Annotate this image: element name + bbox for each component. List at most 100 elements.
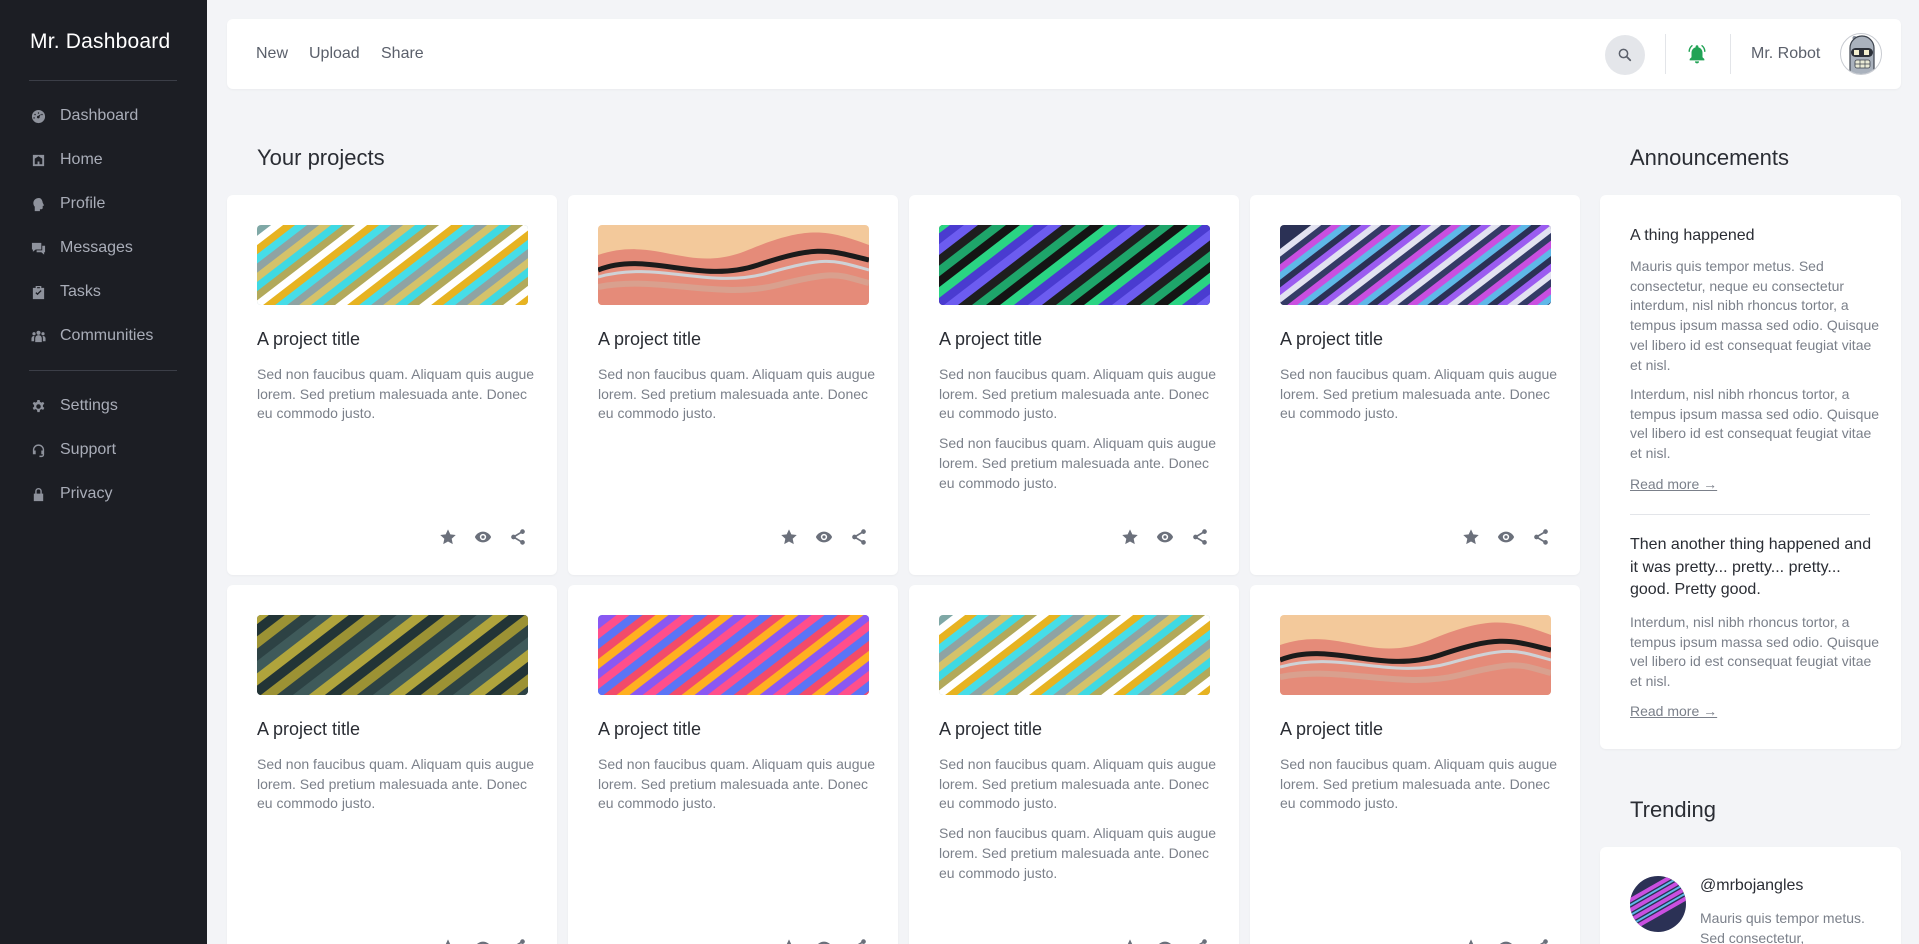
announcement-title: Then another thing happened and it was p… <box>1630 536 1872 599</box>
share-icon[interactable] <box>1532 528 1550 546</box>
headset-icon <box>30 442 46 458</box>
sidebar-item-label: Settings <box>60 397 118 414</box>
project-actions <box>1121 938 1209 944</box>
sidebar-item-label: Home <box>60 151 103 168</box>
project-card[interactable]: A project title Sed non faucibus quam. Al… <box>227 195 557 575</box>
trending-avatar[interactable] <box>1630 876 1686 932</box>
sidebar-item-profile[interactable]: Profile <box>30 191 105 217</box>
project-card[interactable]: A project title Sed non faucibus quam. Al… <box>909 585 1239 944</box>
read-more-link[interactable]: Read more → <box>1630 703 1717 719</box>
project-description-paragraph: Sed non faucibus quam. Aliquam quis augu… <box>1280 366 1558 422</box>
star-icon[interactable] <box>439 938 457 944</box>
star-icon[interactable] <box>1462 528 1480 546</box>
trending-handle[interactable]: @mrbojangles <box>1700 877 1803 895</box>
sidebar-item-support[interactable]: Support <box>30 437 116 463</box>
read-more-link[interactable]: Read more → <box>1630 476 1717 492</box>
project-thumbnail[interactable] <box>1280 615 1551 695</box>
eye-icon[interactable] <box>1156 528 1174 546</box>
star-icon[interactable] <box>439 528 457 546</box>
project-card[interactable]: A project title Sed non faucibus quam. Al… <box>909 195 1239 575</box>
project-title[interactable]: A project title <box>1280 329 1383 350</box>
sidebar-item-communities[interactable]: Communities <box>30 323 153 349</box>
trending-heading: Trending <box>1630 797 1717 822</box>
star-icon[interactable] <box>1462 938 1480 944</box>
sidebar: Mr. Dashboard Dashboard Home Profile Mes… <box>0 0 207 944</box>
project-title[interactable]: A project title <box>939 719 1042 740</box>
project-card[interactable]: A project title Sed non faucibus quam. Al… <box>1250 195 1580 575</box>
communities-icon <box>30 328 46 344</box>
project-title[interactable]: A project title <box>598 329 701 350</box>
project-thumbnail[interactable] <box>598 615 869 695</box>
share-icon[interactable] <box>509 938 527 944</box>
project-description-paragraph: Sed non faucibus quam. Aliquam quis augu… <box>1280 756 1558 812</box>
project-thumbnail[interactable] <box>939 615 1210 695</box>
sidebar-item-label: Dashboard <box>60 107 139 124</box>
sidebar-item-settings[interactable]: Settings <box>30 393 118 419</box>
sidebar-item-label: Support <box>60 441 117 458</box>
project-card[interactable]: A project title Sed non faucibus quam. Al… <box>568 585 898 944</box>
share-icon[interactable] <box>509 528 527 546</box>
eye-icon[interactable] <box>1497 938 1515 944</box>
project-title[interactable]: A project title <box>939 329 1042 350</box>
tasks-icon <box>30 284 46 300</box>
project-thumbnail[interactable] <box>939 225 1210 305</box>
upload-link[interactable]: Upload <box>309 45 360 63</box>
sidebar-item-messages[interactable]: Messages <box>30 235 133 261</box>
eye-icon[interactable] <box>1497 528 1515 546</box>
user-name[interactable]: Mr. Robot <box>1751 45 1820 63</box>
dashboard-icon <box>30 108 46 124</box>
sidebar-item-tasks[interactable]: Tasks <box>30 279 101 305</box>
messages-icon <box>30 240 46 256</box>
project-description: Sed non faucibus quam. Aliquam quis augu… <box>939 755 1219 883</box>
sidebar-item-home[interactable]: Home <box>30 147 103 173</box>
share-icon[interactable] <box>850 528 868 546</box>
eye-icon[interactable] <box>1156 938 1174 944</box>
project-title[interactable]: A project title <box>1280 719 1383 740</box>
project-description-paragraph: Sed non faucibus quam. Aliquam quis augu… <box>598 366 876 422</box>
star-icon[interactable] <box>1121 528 1139 546</box>
sidebar-item-label: Communities <box>60 327 154 344</box>
announcements-heading: Announcements <box>1630 145 1789 170</box>
project-thumbnail[interactable] <box>257 615 528 695</box>
project-actions <box>439 528 527 546</box>
project-thumbnail[interactable] <box>1280 225 1551 305</box>
project-title[interactable]: A project title <box>257 329 360 350</box>
user-avatar[interactable] <box>1840 33 1882 75</box>
share-icon[interactable] <box>1191 938 1209 944</box>
star-icon[interactable] <box>780 528 798 546</box>
star-icon[interactable] <box>1121 938 1139 944</box>
project-description: Sed non faucibus quam. Aliquam quis augu… <box>257 755 537 814</box>
eye-icon[interactable] <box>815 938 833 944</box>
share-icon[interactable] <box>1532 938 1550 944</box>
project-title[interactable]: A project title <box>257 719 360 740</box>
robot-avatar-icon <box>1849 35 1875 74</box>
project-thumbnail[interactable] <box>598 225 869 305</box>
search-icon <box>1618 48 1632 62</box>
sidebar-item-dashboard[interactable]: Dashboard <box>30 103 138 129</box>
profile-icon <box>30 196 46 212</box>
notification-bell-icon[interactable] <box>1686 43 1708 65</box>
project-thumbnail[interactable] <box>257 225 528 305</box>
project-card[interactable]: A project title Sed non faucibus quam. Al… <box>1250 585 1580 944</box>
project-card[interactable]: A project title Sed non faucibus quam. Al… <box>227 585 557 944</box>
project-description: Sed non faucibus quam. Aliquam quis augu… <box>257 365 537 424</box>
eye-icon[interactable] <box>815 528 833 546</box>
star-icon[interactable] <box>780 938 798 944</box>
announcement-divider <box>1630 514 1870 515</box>
top-bar: New Upload Share Mr. Robot <box>227 19 1901 89</box>
eye-icon[interactable] <box>474 528 492 546</box>
project-card[interactable]: A project title Sed non faucibus quam. Al… <box>568 195 898 575</box>
new-link[interactable]: New <box>256 45 288 63</box>
share-icon[interactable] <box>850 938 868 944</box>
search-button[interactable] <box>1605 35 1645 75</box>
project-title[interactable]: A project title <box>598 719 701 740</box>
project-description: Sed non faucibus quam. Aliquam quis augu… <box>1280 365 1560 424</box>
sidebar-divider <box>29 370 177 371</box>
share-icon[interactable] <box>1191 528 1209 546</box>
project-actions <box>1462 938 1550 944</box>
announcement-text: Mauris quis tempor metus. Sed consectetu… <box>1630 258 1880 373</box>
eye-icon[interactable] <box>474 938 492 944</box>
sidebar-item-privacy[interactable]: Privacy <box>30 481 112 507</box>
share-link[interactable]: Share <box>381 45 424 63</box>
lock-icon <box>30 486 46 502</box>
